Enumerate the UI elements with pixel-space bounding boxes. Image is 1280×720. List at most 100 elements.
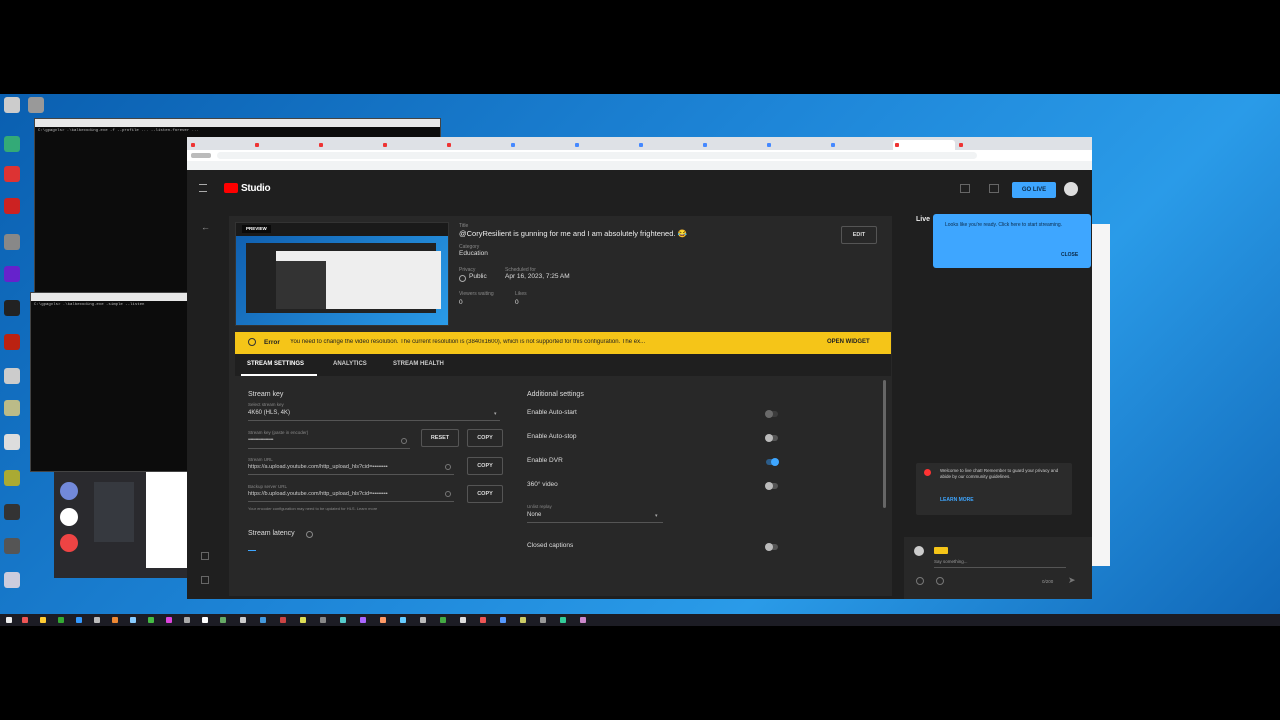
app-icon[interactable] [380,617,386,623]
app-icon[interactable] [4,166,20,182]
show-key-icon[interactable] [401,438,407,444]
copy-backup-button[interactable]: COPY [467,485,503,503]
app-icon[interactable] [148,617,154,623]
app-icon[interactable] [112,617,118,623]
edit-button[interactable]: EDIT [841,226,877,244]
app-icon[interactable] [500,617,506,623]
browser-tab-active[interactable] [893,140,955,150]
clock[interactable] [1236,616,1266,624]
app-icon[interactable] [360,617,366,623]
tab-analytics[interactable]: ANALYTICS [333,361,367,367]
browser-tab[interactable] [445,140,507,150]
app-icon[interactable] [540,617,546,623]
app-icon[interactable] [420,617,426,623]
app-icon[interactable] [58,617,64,623]
app-icon[interactable] [260,617,266,623]
app-icon[interactable] [130,617,136,623]
app-icon[interactable] [4,470,20,486]
app-icon[interactable] [4,234,20,250]
browser-tab[interactable] [189,140,251,150]
browser-tab[interactable] [573,140,635,150]
app-icon[interactable] [4,334,20,350]
browser-tab[interactable] [957,140,1019,150]
tab-stream-health[interactable]: STREAM HEALTH [393,361,444,367]
app-icon[interactable] [340,617,346,623]
reset-button[interactable]: RESET [421,429,459,447]
browser-tab[interactable] [765,140,827,150]
browser-tab[interactable] [829,140,891,150]
dvr-toggle[interactable] [766,457,779,466]
app-icon[interactable] [4,266,20,282]
browser-tab[interactable] [317,140,379,150]
browser-tab[interactable] [509,140,571,150]
discord-window[interactable] [54,472,188,578]
video360-toggle[interactable] [765,481,778,490]
app-icon[interactable] [300,617,306,623]
window-controls[interactable] [1051,140,1087,147]
closed-captions-toggle[interactable] [765,542,778,551]
browser-tab[interactable] [381,140,443,150]
app-icon[interactable] [4,504,20,520]
emoji-icon[interactable] [916,577,924,585]
send-icon[interactable]: ➤ [1068,575,1076,586]
app-icon[interactable] [320,617,326,623]
app-icon[interactable] [580,617,586,623]
browser-tab[interactable] [701,140,763,150]
app-icon[interactable] [280,617,286,623]
go-live-button[interactable]: GO LIVE [1012,182,1056,198]
app-icon[interactable] [40,617,46,623]
app-icon[interactable] [4,400,20,416]
external-link-icon[interactable] [201,552,209,560]
settings-icon[interactable] [28,97,44,113]
unlist-dropdown-icon[interactable]: ▾ [655,513,658,519]
chat-input[interactable]: Say something... [934,559,968,564]
scrollbar[interactable] [883,380,886,508]
app-icon[interactable] [166,617,172,623]
browser-tab[interactable] [253,140,315,150]
terminal-window[interactable]: C:\gpagvls> .\kalbecoding.exe -simple --… [30,292,190,472]
show-backup-icon[interactable] [445,491,451,497]
recycle-bin-icon[interactable] [4,97,20,113]
unlist-select[interactable]: None [527,512,541,518]
app-icon[interactable] [4,538,20,554]
back-arrow-icon[interactable]: ← [201,222,210,232]
stream-key-select[interactable]: 4K60 (HLS, 4K) [248,410,290,416]
app-icon[interactable] [4,572,20,588]
app-icon[interactable] [240,617,246,623]
learn-more-link[interactable]: LEARN MORE [940,497,974,503]
cast-icon[interactable] [960,184,970,193]
youtube-logo-icon[interactable] [224,183,238,193]
app-icon[interactable] [4,434,20,450]
app-icon[interactable] [480,617,486,623]
app-icon[interactable] [220,617,226,623]
dropdown-arrow-icon[interactable]: ▾ [494,411,497,417]
avatar[interactable] [1064,182,1078,196]
app-icon[interactable] [76,617,82,623]
address-bar[interactable] [187,150,1092,161]
browser-tab[interactable] [637,140,699,150]
show-url-icon[interactable] [445,464,451,470]
copy-url-button[interactable]: COPY [467,457,503,475]
app-icon[interactable] [560,617,566,623]
app-icon[interactable] [4,136,20,152]
app-icon[interactable] [94,617,100,623]
open-widget-button[interactable]: OPEN WIDGET [827,339,870,345]
copy-key-button[interactable]: COPY [467,429,503,447]
app-icon[interactable] [184,617,190,623]
app-icon[interactable] [4,300,20,316]
background-window[interactable] [1092,224,1110,566]
preview-thumbnail[interactable]: PREVIEW [235,222,449,326]
app-icon[interactable] [202,617,208,623]
menu-icon[interactable] [199,184,207,192]
app-icon[interactable] [440,617,446,623]
tooltip-close-button[interactable]: CLOSE [1061,252,1078,258]
nav-buttons[interactable] [191,153,211,158]
feedback-icon[interactable] [201,576,209,584]
app-icon[interactable] [460,617,466,623]
auto-start-toggle[interactable] [765,409,778,418]
share-icon[interactable] [989,184,999,193]
url-field[interactable] [217,152,977,159]
app-icon[interactable] [520,617,526,623]
app-icon[interactable] [22,617,28,623]
app-icon[interactable] [400,617,406,623]
